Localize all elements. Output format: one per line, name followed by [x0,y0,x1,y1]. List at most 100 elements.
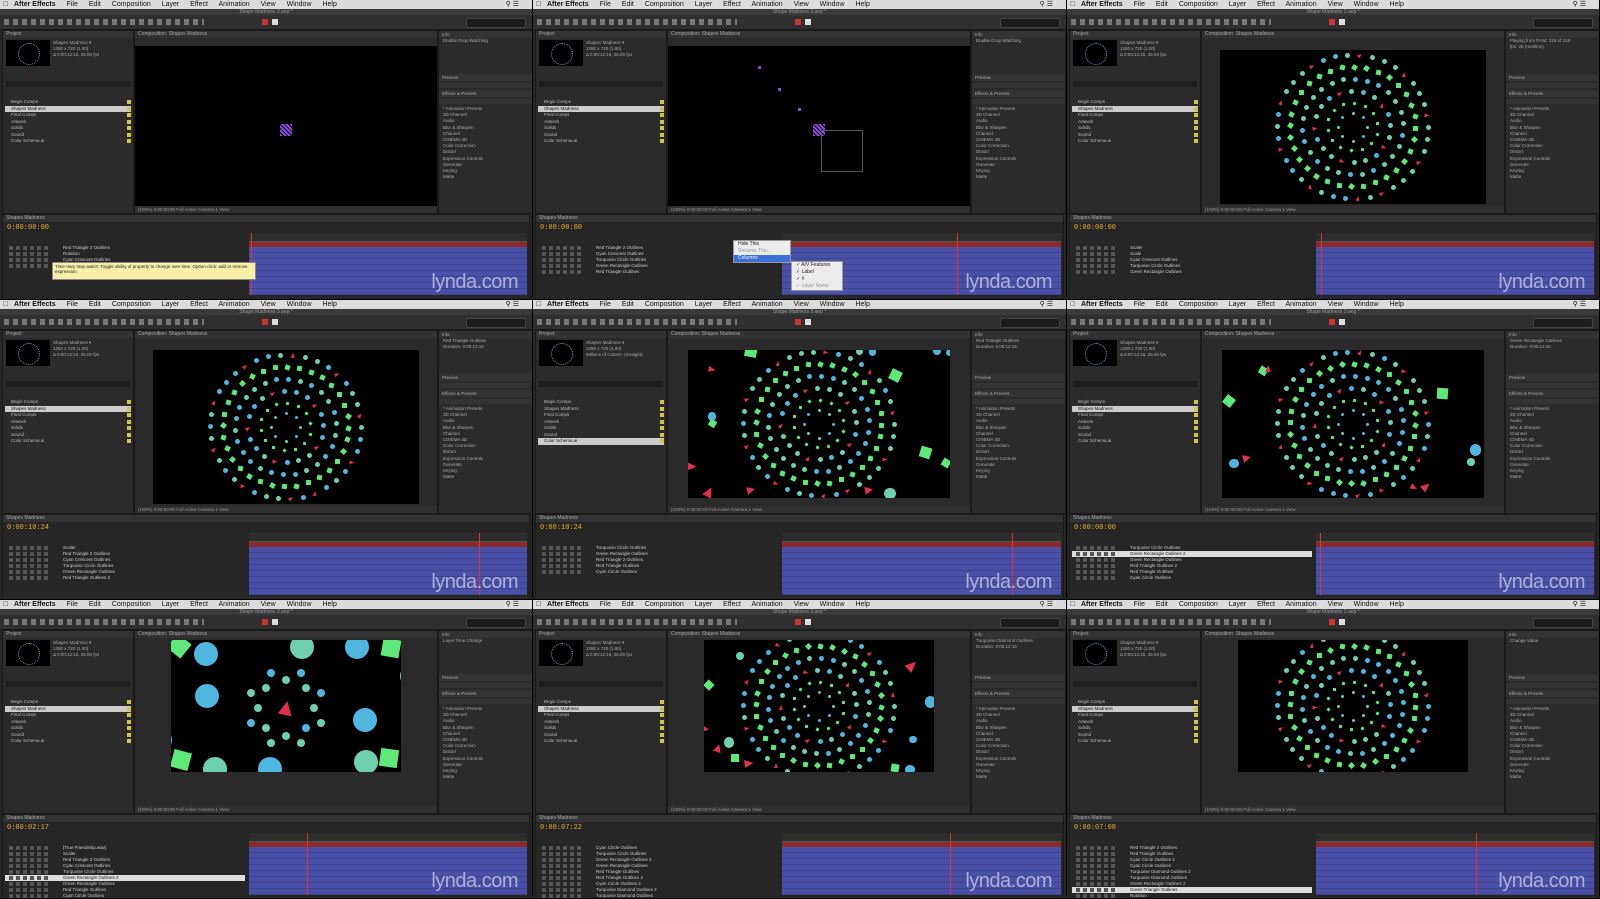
label-color-icon[interactable] [1194,406,1198,411]
menu-app-name[interactable]: After Effects [14,301,56,308]
label-color-icon[interactable] [127,726,131,730]
info-panel-header[interactable]: Info [1506,631,1599,638]
stroke-swatch-icon[interactable] [805,319,811,325]
effects-panel-header[interactable]: Effects & Presets [972,90,1065,97]
project-panel-header[interactable]: Project [536,631,666,638]
menu-app-name[interactable]: After Effects [547,301,589,308]
label-color-icon[interactable] [1194,739,1198,743]
preview-panel-header[interactable]: Preview [439,74,532,81]
project-panel-header[interactable]: Project [536,31,666,38]
label-color-icon[interactable] [1194,719,1198,724]
apple-menu-icon[interactable]:  [536,600,541,609]
menu-app-name[interactable]: After Effects [547,601,589,608]
time-ruler[interactable] [249,233,527,242]
preview-controls[interactable] [1506,83,1599,88]
label-color-icon[interactable] [127,106,131,111]
menu-edit[interactable]: Edit [622,1,634,8]
label-color-icon[interactable] [127,719,131,724]
menu-help[interactable]: Help [322,301,336,308]
menu-help[interactable]: Help [322,601,336,608]
project-panel-header[interactable]: Project [3,331,133,338]
label-color-icon[interactable] [660,426,664,430]
timeline-header[interactable]: Shapes Madness [536,815,1063,822]
timecode-display[interactable]: 0:00:00:00 [540,224,582,232]
project-search-input[interactable] [1073,681,1197,687]
viewer-footer[interactable]: (100%) 0:00:00:00 Full Active Camera 1 V… [1202,206,1504,213]
current-time-indicator[interactable] [1476,833,1477,895]
label-color-icon[interactable] [660,432,664,437]
menu-view[interactable]: View [794,1,809,8]
viewer-header[interactable]: Composition: Shapes Madness [668,331,970,338]
viewer-footer[interactable]: (100%) 0:00:00:00 Full Active Camera 1 V… [668,806,970,813]
viewer-header[interactable]: Composition: Shapes Madness [1202,331,1504,338]
label-color-icon[interactable] [127,406,131,411]
menu-layer[interactable]: Layer [162,301,180,308]
tool-icons[interactable] [537,19,737,25]
info-panel-header[interactable]: Info [1506,31,1599,38]
menu-app-name[interactable]: After Effects [1081,1,1123,8]
timecode-display[interactable]: 0:00:00:00 [1074,524,1116,532]
label-color-icon[interactable] [127,700,131,704]
composition-canvas[interactable] [171,640,401,772]
fill-swatch-icon[interactable] [262,619,268,625]
effects-search-input[interactable] [1506,699,1599,704]
viewer-footer[interactable]: (100%) 0:00:00:00 Full Active Camera 1 V… [135,506,437,513]
time-ruler[interactable] [249,833,527,842]
project-panel-header[interactable]: Project [3,631,133,638]
search-help-input[interactable] [1533,18,1593,28]
composition-canvas[interactable] [1222,350,1484,498]
current-time-indicator[interactable] [950,833,951,895]
effects-category[interactable]: Matte [972,474,1065,480]
menu-composition[interactable]: Composition [645,301,684,308]
menu-view[interactable]: View [1328,301,1343,308]
stroke-swatch-icon[interactable] [1339,319,1345,325]
effects-search-input[interactable] [439,699,532,704]
menu-effect[interactable]: Effect [190,601,208,608]
fill-swatch-icon[interactable] [262,319,268,325]
menu-effect[interactable]: Effect [190,1,208,8]
layer-row[interactable]: Red Triangle Outlines [538,269,778,275]
apple-menu-icon[interactable]:  [3,0,8,9]
search-help-input[interactable] [1000,618,1060,628]
apple-menu-icon[interactable]:  [3,600,8,609]
apple-menu-icon[interactable]:  [1070,300,1075,309]
preview-panel-header[interactable]: Preview [972,74,1065,81]
menu-edit[interactable]: Edit [89,601,101,608]
menu-effect[interactable]: Effect [723,1,741,8]
search-help-input[interactable] [466,618,526,628]
menu-composition[interactable]: Composition [645,601,684,608]
time-ruler[interactable] [1316,533,1594,542]
effects-search-input[interactable] [972,99,1065,104]
effects-panel-header[interactable]: Effects & Presets [1506,690,1599,697]
timeline-header[interactable]: Shapes Madness [3,215,529,222]
label-color-icon[interactable] [660,100,664,104]
layer-row[interactable]: Cyan Circle Outlines [1072,575,1312,581]
label-color-icon[interactable] [1194,432,1198,437]
menu-window[interactable]: Window [820,601,845,608]
timecode-display[interactable]: 0:00:10:24 [540,524,582,532]
label-color-icon[interactable] [127,706,131,711]
timeline-header[interactable]: Shapes Madness [1070,515,1596,522]
label-color-icon[interactable] [660,732,664,737]
stroke-swatch-icon[interactable] [272,19,278,25]
preview-controls[interactable] [972,683,1065,688]
menu-animation[interactable]: Animation [752,1,783,8]
label-color-icon[interactable] [127,113,131,117]
label-color-icon[interactable] [660,739,664,743]
current-time-indicator[interactable] [1321,233,1322,295]
fill-swatch-icon[interactable] [1329,19,1335,25]
effects-category[interactable]: Matte [439,174,532,180]
project-search-input[interactable] [1073,381,1197,387]
menu-animation[interactable]: Animation [752,301,783,308]
tool-icons[interactable] [537,319,737,325]
menu-layer[interactable]: Layer [162,1,180,8]
submenu-item[interactable]: ✓ Layer Name [792,283,842,290]
label-color-icon[interactable] [127,126,131,130]
project-search-input[interactable] [6,381,130,387]
time-ruler[interactable] [782,533,1061,542]
project-search-input[interactable] [1073,81,1197,87]
menu-app-name[interactable]: After Effects [547,1,589,8]
label-color-icon[interactable] [660,413,664,417]
preview-controls[interactable] [972,83,1065,88]
label-color-icon[interactable] [127,400,131,404]
